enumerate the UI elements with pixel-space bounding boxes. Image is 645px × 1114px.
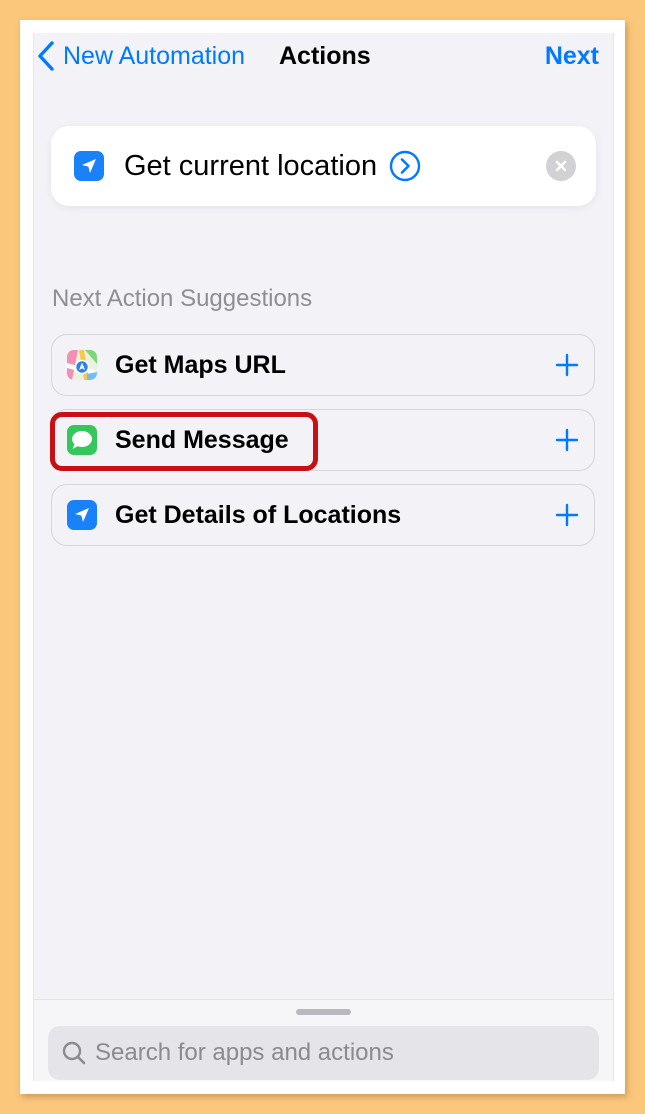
- search-input[interactable]: [95, 1026, 585, 1080]
- plus-icon[interactable]: [555, 428, 579, 452]
- action-card-get-current-location[interactable]: Get current location: [51, 126, 596, 206]
- suggestion-label: Send Message: [115, 426, 289, 454]
- next-button[interactable]: Next: [545, 39, 599, 73]
- navigation-bar: New Automation Actions Next: [34, 33, 613, 79]
- clear-x-icon: [555, 160, 567, 172]
- plus-icon[interactable]: [555, 503, 579, 527]
- search-sheet: [34, 999, 613, 1081]
- action-label: Get current location: [124, 149, 378, 182]
- magnifier-icon: [62, 1041, 86, 1065]
- remove-action-button[interactable]: [546, 151, 576, 181]
- screenshot-frame: New Automation Actions Next Get current …: [20, 20, 625, 1094]
- suggestion-send-message[interactable]: Send Message: [51, 409, 595, 471]
- maps-icon: [67, 350, 97, 380]
- suggestions-header: Next Action Suggestions: [52, 285, 313, 312]
- action-title-row: Get current location: [124, 148, 421, 184]
- suggestion-get-details-of-locations[interactable]: Get Details of Locations: [51, 484, 595, 546]
- chevron-right-circle-icon[interactable]: [389, 150, 421, 182]
- back-button-label: New Automation: [63, 41, 246, 70]
- back-button[interactable]: New Automation: [37, 39, 245, 73]
- location-arrow-icon: [74, 151, 104, 181]
- location-arrow-icon: [67, 500, 97, 530]
- chevron-left-icon: [38, 41, 54, 71]
- sheet-grabber[interactable]: [296, 1009, 351, 1015]
- suggestion-get-maps-url[interactable]: Get Maps URL: [51, 334, 595, 396]
- search-bar[interactable]: [48, 1026, 599, 1080]
- page-title: Actions: [279, 42, 371, 70]
- messages-icon: [67, 425, 97, 455]
- plus-icon[interactable]: [555, 353, 579, 377]
- suggestion-label: Get Details of Locations: [115, 501, 402, 529]
- suggestion-label: Get Maps URL: [115, 351, 286, 379]
- shortcuts-screen: New Automation Actions Next Get current …: [33, 33, 614, 1081]
